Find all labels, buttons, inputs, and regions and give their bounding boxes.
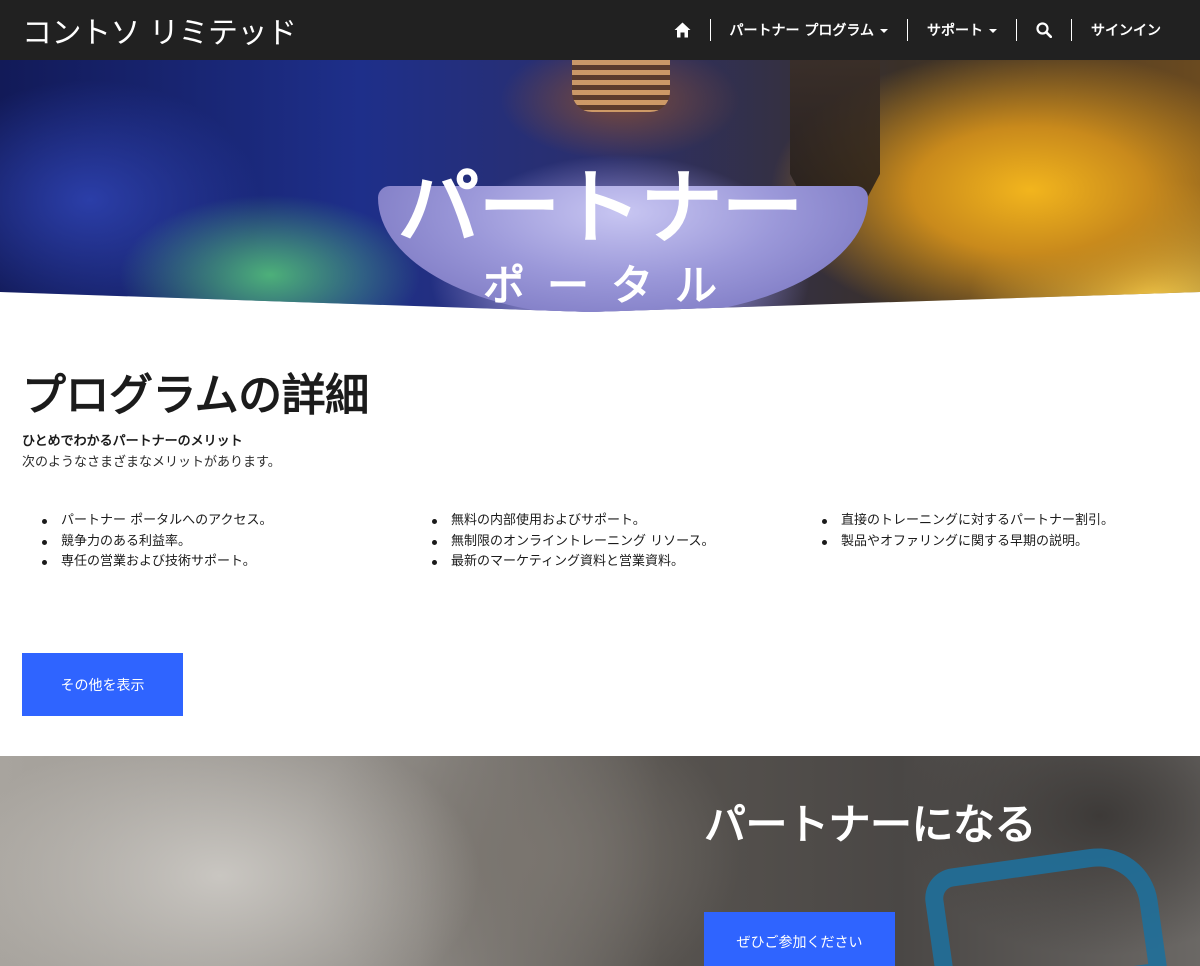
hero-subtitle: ポータル <box>482 261 739 310</box>
home-icon <box>674 22 691 38</box>
nav-partner-program-label: パートナー プログラム <box>729 23 874 39</box>
benefits-column: パートナー ポータルへのアクセス。 競争力のある利益率。 専任の営業および技術サ… <box>22 511 412 573</box>
signin-link[interactable]: サインイン <box>1072 19 1178 41</box>
benefit-item: 直接のトレーニングに対するパートナー割引。 <box>822 511 1192 532</box>
main-nav: パートナー プログラム サポート サインイン <box>655 0 1178 60</box>
show-more-button[interactable]: その他を表示 <box>22 653 183 716</box>
nav-partner-program-dropdown[interactable]: パートナー プログラム <box>711 19 907 41</box>
hero-title: パートナー <box>397 161 803 256</box>
program-details-section: プログラムの詳細 ひとめでわかるパートナーのメリット 次のようなさまざまなメリッ… <box>22 370 1182 471</box>
chevron-down-icon <box>989 29 997 33</box>
join-button[interactable]: ぜひご参加ください <box>704 912 895 966</box>
benefit-item: 無制限のオンライントレーニング リソース。 <box>432 532 802 553</box>
search-icon <box>1036 22 1052 38</box>
chevron-down-icon <box>880 29 888 33</box>
benefit-item: 専任の営業および技術サポート。 <box>42 552 412 573</box>
benefit-item: 無料の内部使用およびサポート。 <box>432 511 802 532</box>
section-title: プログラムの詳細 <box>22 370 369 421</box>
nav-support-label: サポート <box>927 23 983 39</box>
benefit-item: 最新のマーケティング資料と営業資料。 <box>432 552 802 573</box>
hero-banner: パートナー ポータル <box>0 60 1200 312</box>
benefits-column: 無料の内部使用およびサポート。 無制限のオンライントレーニング リソース。 最新… <box>412 511 802 573</box>
section-subhead: ひとめでわかるパートナーのメリット <box>22 434 243 450</box>
benefit-item: 競争力のある利益率。 <box>42 532 412 553</box>
join-title: パートナーになる <box>704 800 1037 849</box>
benefits-list: パートナー ポータルへのアクセス。 競争力のある利益率。 専任の営業および技術サ… <box>22 511 1192 573</box>
hero-printer-part <box>572 60 670 112</box>
top-navigation-bar: コントソ リミテッド パートナー プログラム サポート サインイン <box>0 0 1200 60</box>
benefits-column: 直接のトレーニングに対するパートナー割引。 製品やオファリングに関する早期の説明… <box>802 511 1192 573</box>
brand-logo[interactable]: コントソ リミテッド <box>22 8 297 52</box>
nav-support-dropdown[interactable]: サポート <box>908 19 1016 41</box>
home-link[interactable] <box>655 19 710 41</box>
join-background-object <box>921 840 1169 966</box>
become-partner-section: パートナーになる ぜひご参加ください <box>0 756 1200 966</box>
search-button[interactable] <box>1017 19 1071 41</box>
section-description: 次のようなさまざまなメリットがあります。 <box>22 455 281 471</box>
benefit-item: 製品やオファリングに関する早期の説明。 <box>822 532 1192 553</box>
benefit-item: パートナー ポータルへのアクセス。 <box>42 511 412 532</box>
